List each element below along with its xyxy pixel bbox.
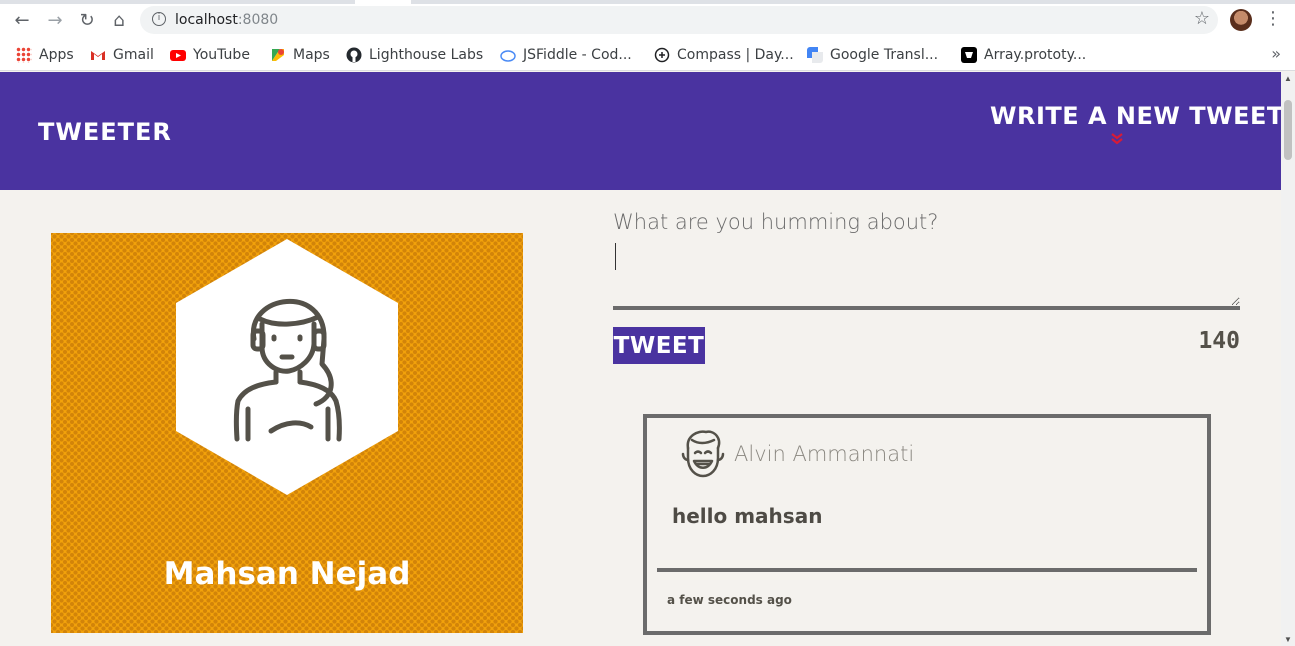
bookmark-label: Array.prototy... [984,47,1087,63]
tweet-composer [613,210,1240,310]
tweeter-page: Tweeter Write a new tweet Mah [0,72,1281,646]
user-name: Mahsan Nejad [163,556,411,592]
forward-icon[interactable]: → [43,8,67,32]
bookmark-lighthouse-labs[interactable]: Lighthouse Labs [346,45,483,65]
text-caret [615,243,616,270]
back-icon[interactable]: ← [10,8,34,32]
bookmark-gmail[interactable]: Gmail [90,45,154,65]
tweet-timestamp: a few seconds ago [667,593,792,607]
address-bar[interactable]: i localhost:8080 ☆ [140,6,1218,34]
tweet-author-avatar [681,430,725,478]
bookmark-apps[interactable]: Apps [16,45,74,65]
bookmark-label: Google Transl... [830,47,939,63]
double-chevron-down-icon[interactable] [1110,132,1124,148]
scroll-up-arrow-icon[interactable]: ▲ [1284,74,1292,83]
home-icon[interactable]: ⌂ [107,8,131,32]
character-counter: 140 [1198,328,1240,354]
bookmark-label: Maps [293,47,330,63]
more-bookmarks-icon[interactable]: » [1271,44,1281,63]
top-nav: Tweeter Write a new tweet [0,72,1281,190]
brand-logo[interactable]: Tweeter [38,118,172,146]
url-port: :8080 [237,12,279,28]
bookmark-jsfiddle[interactable]: JSFiddle - Cod... [500,45,632,65]
bookmark-label: Apps [39,47,74,63]
bookmark-maps[interactable]: Maps [270,45,330,65]
tweet-text-input[interactable] [613,210,1240,310]
scrollbar-thumb[interactable] [1284,100,1292,160]
tweet-divider [657,568,1197,572]
bookmark-star-icon[interactable]: ☆ [1194,8,1210,29]
mdn-icon [961,47,977,63]
browser-menu-icon[interactable]: ⋮ [1264,8,1282,32]
tweet-card: Alvin Ammannati hello mahsan a few secon… [643,414,1211,635]
bookmark-google-translate[interactable]: Google Transl... [807,45,938,65]
github-icon [346,47,362,63]
tab-strip [0,0,1295,4]
maps-icon [272,49,284,61]
youtube-icon [170,50,186,61]
profile-avatar[interactable] [1230,9,1252,31]
write-tweet-toggle[interactable]: Write a new tweet [990,102,1281,130]
gmail-icon [91,51,105,60]
profile-header: Mahsan Nejad [51,233,523,633]
page-scrollbar[interactable]: ▲ ▼ [1281,72,1295,646]
jsfiddle-icon [500,50,516,62]
bookmark-label: YouTube [193,47,250,63]
translate-icon [807,47,823,63]
scroll-down-arrow-icon[interactable]: ▼ [1284,635,1292,644]
url-text[interactable]: localhost:8080 [175,12,278,28]
compass-icon [654,47,670,63]
active-tab[interactable] [355,0,411,4]
apps-grid-icon [16,47,32,63]
tweet-submit-button[interactable]: Tweet [613,327,705,364]
bookmark-label: JSFiddle - Cod... [523,47,632,63]
bookmark-compass[interactable]: Compass | Day... [654,45,794,65]
bookmark-label: Compass | Day... [677,47,794,63]
browser-toolbar: ← → ↻ ⌂ i localhost:8080 ☆ ⋮ [0,0,1295,40]
bookmark-youtube[interactable]: YouTube [170,45,250,65]
bookmark-label: Lighthouse Labs [369,47,484,63]
user-avatar [176,239,398,495]
bookmark-label: Gmail [113,47,154,63]
url-host: localhost [175,12,238,28]
bookmark-array-prototype[interactable]: Array.prototy... [961,45,1086,65]
tweet-text: hello mahsan [672,504,823,528]
tweet-author-name: Alvin Ammannati [734,442,915,466]
bookmarks-bar: Apps Gmail YouTube Maps Lighthouse Labs … [0,40,1295,71]
site-info-icon[interactable]: i [152,12,166,26]
reload-icon[interactable]: ↻ [75,8,99,32]
